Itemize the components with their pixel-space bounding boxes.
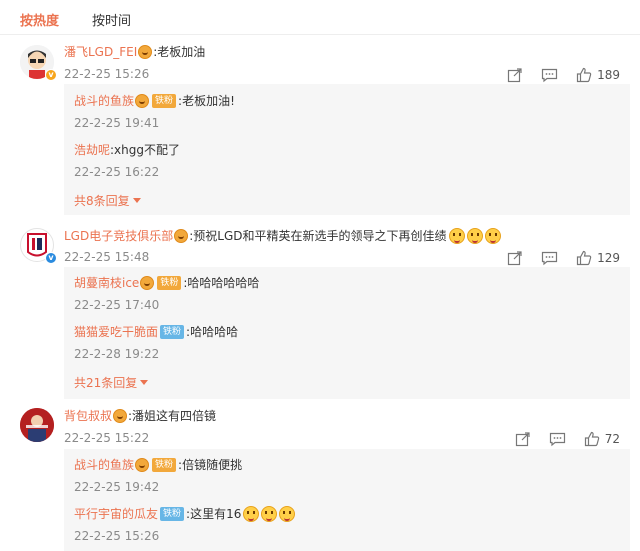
comment-line: 潘飞LGD_FEI :老板加油 <box>64 43 205 61</box>
reply-line: 战斗的鱼族 铁粉 :老板加油! <box>74 92 235 110</box>
reply-text: :老板加油! <box>178 94 235 108</box>
share-icon <box>507 251 522 266</box>
caret-down-icon <box>132 198 141 203</box>
reply-button[interactable] <box>549 431 566 447</box>
tabs-divider <box>0 34 640 35</box>
like-button[interactable]: 129 <box>576 250 620 266</box>
reply-username[interactable]: 胡蔓南枝ice <box>74 274 139 292</box>
comment-actions: 189 <box>489 66 620 84</box>
comment-item: v 潘飞LGD_FEI :老板加油 22-2-25 15:26 189 战斗的鱼… <box>0 40 640 215</box>
more-replies-link[interactable]: 共21条回复 <box>74 374 149 391</box>
share-button[interactable] <box>507 67 523 83</box>
emoji-icon <box>484 228 501 244</box>
share-button[interactable] <box>515 431 531 447</box>
reply-text: :xhgg不配了 <box>110 143 181 157</box>
like-count: 72 <box>604 432 620 446</box>
fan-tag: 铁粉 <box>152 94 177 108</box>
reply-line: 浩劫呢 :xhgg不配了 <box>74 141 180 159</box>
reply-username[interactable]: 战斗的鱼族 <box>74 92 134 110</box>
like-count: 189 <box>597 68 620 82</box>
like-count: 129 <box>597 251 620 265</box>
caret-down-icon <box>140 380 149 385</box>
comment-time: 22-2-25 15:22 <box>64 431 150 445</box>
fan-tag: 铁粉 <box>157 276 182 290</box>
fan-tag: 铁粉 <box>160 507 185 521</box>
share-icon <box>507 68 522 83</box>
reply-text: :这里有16 <box>186 507 242 521</box>
emoji-icon <box>243 506 260 522</box>
comment-time: 22-2-25 15:48 <box>64 250 150 264</box>
comment-username[interactable]: LGD电子竞技俱乐部 <box>64 227 173 245</box>
more-replies-label: 共21条回复 <box>74 376 138 390</box>
reply-line: 战斗的鱼族 铁粉 :倍镜随便挑 <box>74 456 242 474</box>
more-replies-link[interactable]: 共8条回复 <box>74 192 141 209</box>
reply-time: 22-2-28 19:22 <box>74 347 160 361</box>
reply-time: 22-2-25 15:26 <box>74 529 160 543</box>
verified-icon: v <box>45 69 57 81</box>
emoji-icon <box>261 506 278 522</box>
emoji-icon <box>279 506 296 522</box>
emoji-icon <box>466 228 483 244</box>
fan-badge-icon <box>174 229 189 243</box>
like-icon <box>576 250 592 266</box>
reply-text: :倍镜随便挑 <box>178 458 243 472</box>
avatar[interactable]: v <box>20 228 57 264</box>
more-replies-label: 共8条回复 <box>74 194 130 208</box>
reply-button[interactable] <box>541 67 558 83</box>
like-button[interactable]: 72 <box>584 431 620 447</box>
comment-line: 背包叔叔 :潘姐这有四倍镜 <box>64 407 216 425</box>
comment-text: :预祝LGD和平精英在新选手的领导之下再创佳绩 <box>189 229 447 243</box>
reply-username[interactable]: 平行宇宙的瓜友 <box>74 505 158 523</box>
verified-icon: v <box>45 252 57 264</box>
fan-badge-icon <box>138 45 153 59</box>
comment-username[interactable]: 背包叔叔 <box>64 407 112 425</box>
fan-tag: 铁粉 <box>160 325 185 339</box>
avatar[interactable] <box>20 408 54 442</box>
share-button[interactable] <box>507 250 523 266</box>
reply-username[interactable]: 猫猫爱吃干脆面 <box>74 323 158 341</box>
reply-time: 22-2-25 19:41 <box>74 116 160 130</box>
reply-button[interactable] <box>541 250 558 266</box>
tab-by-time[interactable]: 按时间 <box>92 10 131 29</box>
comment-actions: 129 <box>489 249 620 267</box>
reply-username[interactable]: 战斗的鱼族 <box>74 456 134 474</box>
avatar[interactable]: v <box>20 45 57 81</box>
comment-icon <box>549 432 565 447</box>
fan-badge-icon <box>140 276 155 290</box>
sort-tabs: 按热度 按时间 <box>0 0 640 36</box>
comment-icon <box>541 68 558 83</box>
fan-badge-icon <box>135 94 150 108</box>
fan-tag: 铁粉 <box>152 458 177 472</box>
comment-actions: 72 <box>497 430 620 448</box>
reply-time: 22-2-25 16:22 <box>74 165 160 179</box>
fan-badge-icon <box>113 409 128 423</box>
comment-item: v LGD电子竞技俱乐部 :预祝LGD和平精英在新选手的领导之下再创佳绩 22-… <box>0 224 640 399</box>
emoji-icon <box>448 228 465 244</box>
comment-item: 背包叔叔 :潘姐这有四倍镜 22-2-25 15:22 72 战斗的鱼族 铁粉 … <box>0 404 640 551</box>
reply-time: 22-2-25 17:40 <box>74 298 160 312</box>
replies-box: 战斗的鱼族 铁粉 :老板加油! 22-2-25 19:41 浩劫呢 :xhgg不… <box>64 84 630 215</box>
reply-line: 平行宇宙的瓜友 铁粉 :这里有16 <box>74 505 296 523</box>
fan-badge-icon <box>135 458 150 472</box>
reply-line: 猫猫爱吃干脆面 铁粉 :哈哈哈哈 <box>74 323 238 341</box>
comment-time: 22-2-25 15:26 <box>64 67 150 81</box>
comment-icon <box>541 251 558 266</box>
comment-text: :潘姐这有四倍镜 <box>128 409 217 423</box>
reply-username[interactable]: 浩劫呢 <box>74 141 110 159</box>
tab-by-heat[interactable]: 按热度 <box>20 10 59 29</box>
reply-time: 22-2-25 19:42 <box>74 480 160 494</box>
comment-line: LGD电子竞技俱乐部 :预祝LGD和平精英在新选手的领导之下再创佳绩 <box>64 227 501 245</box>
user-avatar-icon <box>20 408 54 442</box>
comment-username[interactable]: 潘飞LGD_FEI <box>64 43 137 61</box>
share-icon <box>515 432 530 447</box>
like-button[interactable]: 189 <box>576 67 620 83</box>
reply-text: :哈哈哈哈 <box>186 325 239 339</box>
like-icon <box>576 67 592 83</box>
like-icon <box>584 431 599 447</box>
replies-box: 战斗的鱼族 铁粉 :倍镜随便挑 22-2-25 19:42 平行宇宙的瓜友 铁粉… <box>64 449 630 551</box>
reply-line: 胡蔓南枝ice 铁粉 :哈哈哈哈哈哈 <box>74 274 259 292</box>
comment-text: :老板加油 <box>153 45 206 59</box>
replies-box: 胡蔓南枝ice 铁粉 :哈哈哈哈哈哈 22-2-25 17:40 猫猫爱吃干脆面… <box>64 267 630 399</box>
reply-text: :哈哈哈哈哈哈 <box>183 276 260 290</box>
